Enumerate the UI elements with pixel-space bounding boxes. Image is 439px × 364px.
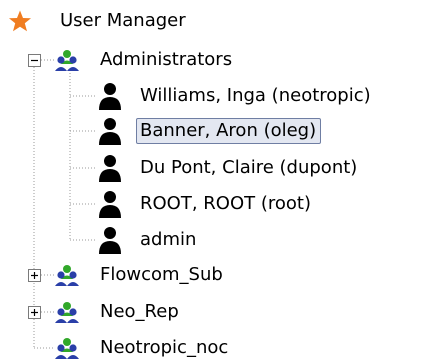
tree-user-item[interactable]: Williams, Inga (neotropic) — [98, 81, 376, 111]
tree-group-label: Neotropic_noc — [100, 337, 229, 358]
user-icon — [99, 155, 121, 182]
group-icon — [55, 302, 79, 323]
tree-root-label: User Manager — [60, 10, 186, 31]
tree-group-neo-rep[interactable]: Neo_Rep — [54, 297, 184, 327]
collapse-icon[interactable] — [28, 54, 41, 67]
tree-root[interactable]: User Manager — [8, 6, 191, 36]
tree-group-administrators[interactable]: Administrators — [54, 45, 237, 75]
tree-group-neotropic-noc[interactable]: Neotropic_noc — [54, 333, 233, 363]
tree-user-label: admin — [140, 229, 197, 250]
tree-group-label: Administrators — [100, 49, 233, 70]
star-icon — [9, 10, 31, 32]
user-icon — [99, 83, 121, 110]
tree-group-label: Neo_Rep — [100, 301, 179, 322]
group-icon — [55, 50, 79, 71]
tree-user-label: Du Pont, Claire (dupont) — [140, 157, 358, 178]
tree-user-label: Banner, Aron (oleg) — [136, 118, 322, 144]
group-icon — [55, 338, 79, 359]
tree-user-item[interactable]: ROOT, ROOT (root) — [98, 189, 316, 219]
expand-icon[interactable] — [28, 269, 41, 282]
tree-user-item[interactable]: Du Pont, Claire (dupont) — [98, 153, 362, 183]
tree-user-item[interactable]: Banner, Aron (oleg) — [98, 116, 322, 146]
user-icon — [99, 191, 121, 218]
tree-user-label: ROOT, ROOT (root) — [140, 193, 311, 214]
tree-user-label: Williams, Inga (neotropic) — [140, 85, 371, 106]
tree-user-item[interactable]: admin — [98, 225, 201, 255]
tree-group-label: Flowcom_Sub — [100, 264, 223, 285]
user-icon — [99, 118, 121, 145]
user-manager-tree: User Manager Administrators Williams, In… — [0, 0, 439, 364]
expand-icon[interactable] — [28, 306, 41, 319]
group-icon — [55, 265, 79, 286]
tree-group-flowcom-sub[interactable]: Flowcom_Sub — [54, 260, 228, 290]
user-icon — [99, 227, 121, 254]
